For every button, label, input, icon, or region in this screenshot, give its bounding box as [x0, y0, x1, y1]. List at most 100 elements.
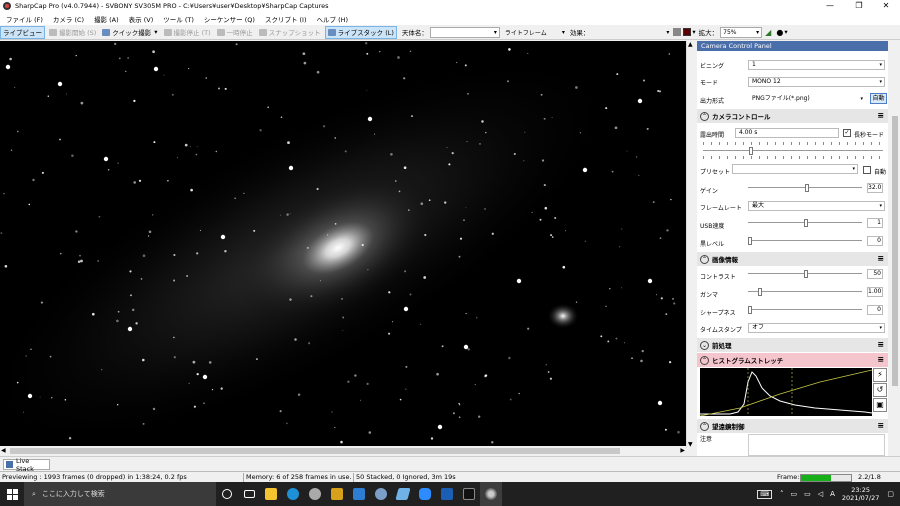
start-capture-button[interactable]: 撮影開始 (S)	[47, 26, 98, 39]
sharpness-value[interactable]: 0	[867, 305, 883, 315]
panel-scrollbar-thumb[interactable]	[892, 116, 898, 386]
notes-app-icon[interactable]	[392, 482, 414, 506]
store-icon[interactable]	[326, 482, 348, 506]
keyboard-icon[interactable]: ⌨	[757, 489, 772, 499]
telescope-control-header[interactable]: ⌃ 望遠鏡制御 ≡	[697, 419, 888, 433]
stop-capture-button[interactable]: 撮影停止 (T)	[162, 26, 213, 39]
menu-script[interactable]: スクリプト (I)	[265, 14, 307, 24]
effect-combo[interactable]: ▾	[591, 27, 671, 38]
menu-camera[interactable]: カメラ (C)	[53, 14, 84, 24]
network-icon[interactable]: ▭	[790, 490, 797, 498]
zoom-tool-icon[interactable]: ●	[776, 28, 783, 37]
taskbar-search-box[interactable]: ⌕ ここに入力して検索	[24, 482, 216, 506]
frame-type-combo[interactable]: ライトフレーム ▾	[503, 27, 567, 38]
live-stack-button[interactable]: ライブスタック (L)	[324, 25, 397, 39]
chevron-up-icon[interactable]: ˄	[780, 490, 784, 498]
viewport-vertical-scrollbar[interactable]: ▲ ▼	[686, 41, 695, 448]
color-swatch-icon[interactable]	[673, 28, 682, 36]
menu-sequencer[interactable]: シーケンサー (Q)	[204, 14, 255, 24]
auto-stretch-icon[interactable]: ⚡	[873, 368, 887, 382]
camera-app-icon[interactable]	[458, 482, 480, 506]
clock[interactable]: 23:25 2021/07/27	[842, 486, 879, 502]
gain-value[interactable]: 32.0	[867, 183, 883, 193]
preprocessing-header[interactable]: ⌄ 前処理 ≡	[697, 338, 888, 352]
maximize-button[interactable]: ❐	[845, 0, 873, 12]
auto-button[interactable]: 自動	[870, 93, 887, 104]
histogram-stretch-header[interactable]: ⌃ ヒストグラムストレッチ ≡	[697, 353, 888, 367]
reset-icon[interactable]: ↺	[873, 383, 887, 397]
menu-icon[interactable]: ≡	[877, 341, 884, 349]
preset-combo[interactable]: ▾	[732, 164, 858, 174]
menu-capture[interactable]: 撮影 (A)	[94, 14, 119, 24]
gamma-value[interactable]: 1.00	[867, 287, 883, 297]
zoom-app-icon[interactable]	[414, 482, 436, 506]
menu-icon[interactable]: ≡	[877, 112, 884, 120]
image-viewport[interactable]	[0, 41, 686, 446]
menu-help[interactable]: ヘルプ (H)	[317, 14, 349, 24]
zoom-combo[interactable]: 75% ▾	[720, 26, 763, 38]
settings-app-icon[interactable]	[370, 482, 392, 506]
viewport-horizontal-scrollbar[interactable]: ◀ ▶	[0, 446, 686, 456]
task-view-icon[interactable]	[238, 482, 260, 506]
scroll-left-icon[interactable]: ◀	[1, 447, 6, 454]
close-button[interactable]: ✕	[872, 0, 900, 12]
menu-file[interactable]: ファイル (F)	[6, 14, 43, 24]
binning-combo[interactable]: 1 ▾	[748, 60, 885, 70]
exposure-input[interactable]: 4.00 s	[735, 128, 839, 138]
battery-icon[interactable]: ▭	[804, 490, 811, 498]
menu-icon[interactable]: ≡	[877, 356, 884, 364]
gamma-slider[interactable]	[748, 288, 862, 296]
save-icon[interactable]: ▣	[873, 398, 887, 412]
timestamp-combo[interactable]: オフ ▾	[748, 323, 885, 333]
windows-start-button[interactable]	[0, 482, 24, 506]
live-view-button[interactable]: ライブビュー	[0, 25, 45, 39]
notification-icon[interactable]: ▢	[887, 490, 894, 498]
target-name-combo[interactable]: ▾	[429, 26, 500, 38]
sharpcap-taskbar-icon[interactable]	[480, 482, 502, 506]
file-explorer-icon[interactable]	[260, 482, 282, 506]
output-format-combo[interactable]: PNGファイル(*.png) ▾	[748, 94, 866, 104]
contrast-value[interactable]: 50	[867, 269, 883, 279]
menu-icon[interactable]: ≡	[877, 255, 884, 263]
contrast-slider[interactable]	[748, 270, 862, 278]
photo-app-icon[interactable]	[436, 482, 458, 506]
image-info-header[interactable]: ⌃ 画像情報 ≡	[697, 252, 888, 266]
scroll-up-icon[interactable]: ▲	[688, 41, 693, 48]
long-exposure-checkbox[interactable]: ✓	[843, 129, 851, 137]
histogram-tool-icon[interactable]: ◢	[765, 28, 771, 37]
panel-scrollbar[interactable]	[890, 41, 900, 456]
exposure-slider[interactable]	[703, 147, 883, 155]
menu-view[interactable]: 表示 (V)	[129, 14, 154, 24]
menu-tools[interactable]: ツール (T)	[163, 14, 194, 24]
volume-icon[interactable]: ◁	[818, 490, 823, 498]
film-icon	[49, 28, 57, 36]
scroll-down-icon[interactable]: ▼	[688, 441, 693, 448]
preset-auto-checkbox[interactable]	[863, 166, 871, 174]
mail-icon[interactable]	[348, 482, 370, 506]
camera-controls-header[interactable]: ⌃ カメラコントロール ≡	[697, 109, 888, 123]
sharpness-slider[interactable]	[748, 306, 862, 314]
minimize-button[interactable]: —	[816, 0, 844, 12]
histogram-display[interactable]	[699, 368, 873, 417]
quick-capture-button[interactable]: クイック撮影 ▾	[100, 26, 159, 39]
live-stack-tab[interactable]: Live Stack	[3, 457, 50, 473]
mode-combo[interactable]: MONO 12 ▾	[748, 77, 885, 87]
ime-indicator[interactable]: A	[830, 490, 835, 498]
scroll-right-icon[interactable]: ▶	[680, 447, 685, 454]
usb-speed-slider[interactable]	[748, 219, 862, 227]
black-level-slider[interactable]	[748, 237, 862, 245]
scrollbar-thumb[interactable]	[10, 448, 620, 454]
menu-icon[interactable]: ≡	[877, 422, 884, 430]
black-level-value[interactable]: 0	[867, 236, 883, 246]
usb-speed-value[interactable]: 1	[867, 218, 883, 228]
framerate-combo[interactable]: 最大 ▾	[748, 201, 885, 211]
snapshot-button[interactable]: スナップショット	[257, 26, 323, 39]
color-picker-icon[interactable]	[683, 28, 692, 36]
pause-button[interactable]: 一時停止	[215, 26, 255, 39]
disk-utility-icon[interactable]	[304, 482, 326, 506]
star	[184, 143, 188, 147]
cortana-icon[interactable]	[216, 482, 238, 506]
gain-slider[interactable]	[748, 184, 862, 192]
edge-icon[interactable]	[282, 482, 304, 506]
star	[409, 293, 412, 296]
